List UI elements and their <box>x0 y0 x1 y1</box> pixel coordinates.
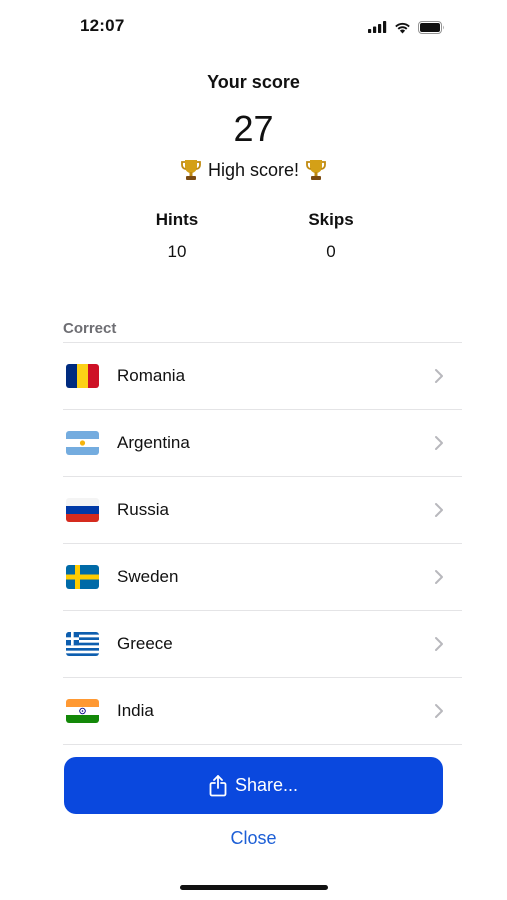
argentina-flag-icon <box>66 431 99 455</box>
country-name: India <box>117 701 154 720</box>
list-item[interactable]: Greece <box>63 611 462 678</box>
chevron-right-icon <box>435 436 443 450</box>
list-item[interactable]: Sweden <box>63 544 462 611</box>
hints-stat: Hints 10 <box>117 210 237 262</box>
status-icons <box>368 18 445 36</box>
list-item[interactable]: Russia <box>63 477 462 544</box>
country-name: Argentina <box>117 433 190 452</box>
share-button[interactable]: Share... <box>64 757 443 814</box>
status-bar: 12:07 <box>0 0 507 54</box>
trophy-icon <box>181 160 201 180</box>
country-name: Russia <box>117 500 169 519</box>
sweden-flag-icon <box>66 565 99 589</box>
trophy-icon <box>306 160 326 180</box>
chevron-right-icon <box>435 570 443 584</box>
country-name: Romania <box>117 366 186 385</box>
home-indicator <box>180 885 328 890</box>
skips-stat: Skips 0 <box>271 210 391 262</box>
high-score-banner: High score! <box>0 158 507 182</box>
share-button-label: Share... <box>234 775 299 795</box>
skips-label: Skips <box>308 210 354 229</box>
hints-label: Hints <box>155 210 199 229</box>
romania-flag-icon <box>66 364 99 388</box>
skips-value: 0 <box>326 242 336 261</box>
chevron-right-icon <box>435 704 443 718</box>
greece-flag-icon <box>66 632 99 656</box>
list-item[interactable]: Argentina <box>63 410 462 477</box>
list-item[interactable]: Romania <box>63 343 462 410</box>
cellular-signal-icon <box>368 21 387 33</box>
score-value: 27 <box>233 108 274 149</box>
battery-icon <box>418 20 444 34</box>
correct-country-list: Romania Argentina Russia Sweden Greece I… <box>63 342 462 745</box>
high-score-text: High score! <box>207 159 300 180</box>
chevron-right-icon <box>435 503 443 517</box>
india-flag-icon <box>66 699 99 723</box>
status-time: 12:07 <box>80 16 125 35</box>
country-name: Greece <box>117 634 173 653</box>
hints-value: 10 <box>167 242 187 261</box>
country-name: Sweden <box>117 567 179 586</box>
russia-flag-icon <box>66 498 99 522</box>
wifi-icon <box>395 22 410 33</box>
score-title: Your score <box>207 72 300 92</box>
chevron-right-icon <box>435 637 443 651</box>
list-item[interactable]: India <box>63 678 462 745</box>
chevron-right-icon <box>435 369 443 383</box>
section-header-correct: Correct <box>63 320 117 337</box>
close-button[interactable]: Close <box>0 828 507 849</box>
share-icon <box>209 774 227 796</box>
score-screen: 12:07 Your score 27 High score! Hints 10… <box>0 0 507 900</box>
